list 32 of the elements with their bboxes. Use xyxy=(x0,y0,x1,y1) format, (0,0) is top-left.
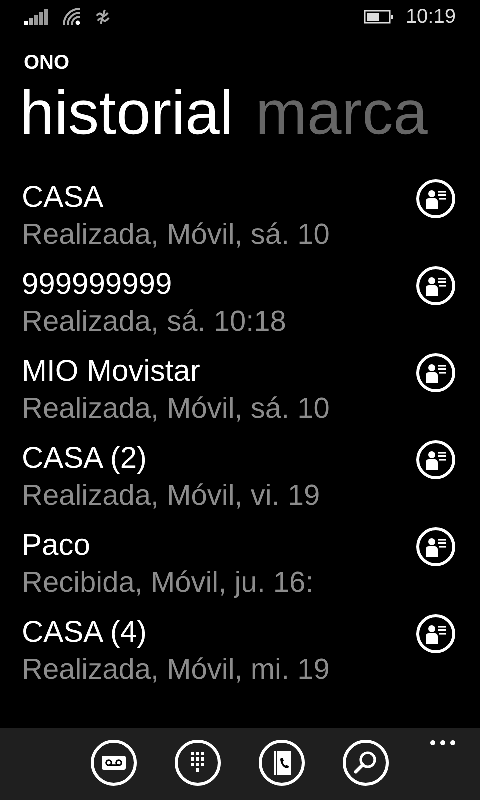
call-detail: Realizada, Móvil, mi. 19 xyxy=(22,653,331,688)
contact-card-icon[interactable] xyxy=(416,266,456,306)
call-detail: Realizada, sá. 10:18 xyxy=(22,305,288,340)
data-sync-icon xyxy=(94,8,112,26)
signal-icon xyxy=(24,8,50,26)
wifi-icon xyxy=(62,7,82,27)
contact-name[interactable]: MIO Movistar xyxy=(22,353,397,391)
contacts-button[interactable] xyxy=(259,740,305,786)
contact-card-icon[interactable] xyxy=(416,614,456,654)
contact-card-icon[interactable] xyxy=(416,353,456,393)
contact-name[interactable]: CASA xyxy=(22,179,397,217)
call-detail: Realizada, Móvil, sá. 10 xyxy=(22,218,331,253)
contact-name[interactable]: CASA (2) xyxy=(22,440,397,478)
call-detail: Recibida, Móvil, ju. 16: xyxy=(22,566,315,601)
search-button[interactable] xyxy=(343,740,389,786)
contact-card-icon[interactable] xyxy=(416,179,456,219)
search-icon xyxy=(353,750,379,776)
contact-name[interactable]: 999999999 xyxy=(22,266,397,304)
contact-name[interactable]: CASA (4) xyxy=(22,614,397,652)
battery-icon xyxy=(364,10,394,24)
clock-time: 10:19 xyxy=(406,6,456,28)
contact-card-icon[interactable] xyxy=(416,527,456,567)
keypad-button[interactable] xyxy=(175,740,221,786)
app-title: ONO xyxy=(24,52,71,75)
call-detail: Realizada, Móvil, vi. 19 xyxy=(22,479,322,514)
pivot-header[interactable]: marca xyxy=(256,75,428,153)
call-detail: Realizada, Móvil, sá. 10 xyxy=(22,392,331,427)
contact-name[interactable]: Paco xyxy=(22,527,397,565)
contact-card-icon[interactable] xyxy=(416,440,456,480)
voicemail-button[interactable] xyxy=(91,740,137,786)
pivot-header[interactable]: historial xyxy=(20,75,234,153)
more-icon[interactable] xyxy=(430,740,456,746)
